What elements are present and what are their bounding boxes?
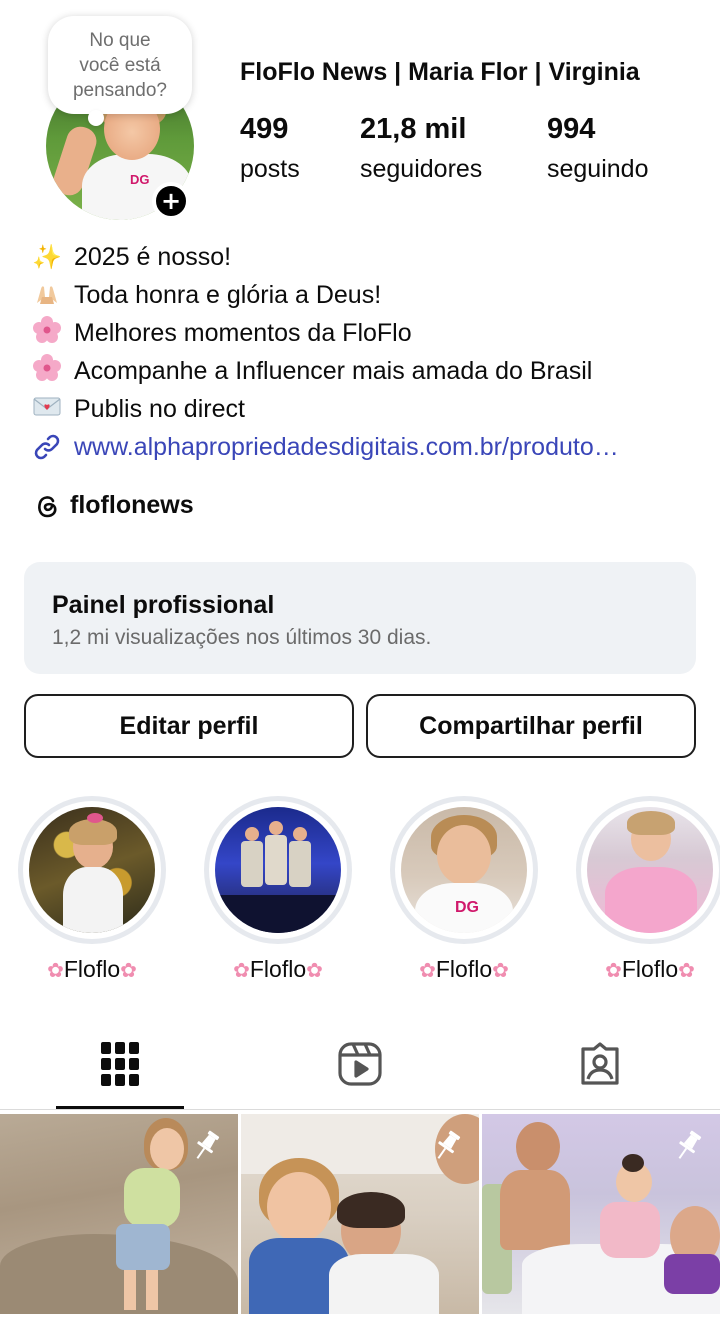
bio-text: 2025 é nosso!: [74, 242, 232, 271]
bio-line: ✨ 2025 é nosso!: [32, 238, 712, 276]
add-story-button[interactable]: +: [152, 182, 190, 220]
highlight-label: ✿Floflo✿: [419, 956, 509, 982]
reels-icon: [338, 1042, 382, 1086]
profile-name: FloFlo News | Maria Flor | Virginia: [240, 58, 640, 86]
bio-text: Acompanhe a Influencer mais amada do Bra…: [74, 356, 593, 385]
bio-line: Acompanhe a Influencer mais amada do Bra…: [32, 352, 712, 390]
highlight-label: ✿Floflo✿: [233, 956, 323, 982]
cherry-blossom-icon: [32, 315, 74, 351]
tab-tagged[interactable]: [574, 1038, 626, 1090]
tab-posts-grid[interactable]: [94, 1038, 146, 1090]
note-line: No que: [89, 30, 151, 51]
cherry-blossom-icon: [32, 353, 74, 389]
panel-subtitle: 1,2 mi visualizações nos últimos 30 dias…: [52, 626, 432, 649]
followers-label: seguidores: [360, 155, 483, 183]
threads-handle: floflonews: [70, 490, 194, 519]
active-tab-indicator: [56, 1106, 184, 1109]
bio-link[interactable]: www.alphapropriedadesdigitais.com.br/pro…: [74, 433, 694, 462]
stat-followers[interactable]: 21,8 mil seguidores: [360, 110, 482, 186]
grid-icon: [101, 1042, 139, 1086]
highlight-item[interactable]: DG ✿Floflo✿: [390, 796, 538, 983]
note-line: pensando?: [72, 80, 168, 101]
posts-label: posts: [240, 155, 300, 183]
highlight-thumbnail: [29, 807, 155, 933]
love-letter-icon: [32, 391, 74, 427]
edit-profile-button[interactable]: Editar perfil: [24, 694, 354, 758]
pinned-icon: [196, 1130, 220, 1159]
following-label: seguindo: [547, 155, 649, 183]
link-icon: [32, 432, 74, 462]
posts-grid: [0, 1114, 720, 1328]
pinned-icon: [437, 1130, 461, 1159]
highlight-thumbnail: [215, 807, 341, 933]
panel-title: Painel profissional: [52, 591, 275, 619]
threads-badge[interactable]: floflonews: [32, 490, 194, 520]
following-count: 994: [547, 113, 596, 145]
bio-text: Toda honra e glória a Deus!: [74, 280, 382, 309]
highlight-label: ✿Floflo✿: [47, 956, 137, 982]
tagged-icon: [581, 1042, 619, 1085]
professional-dashboard[interactable]: Painel profissional 1,2 mi visualizações…: [24, 562, 696, 674]
pinned-icon: [678, 1130, 702, 1159]
stat-following[interactable]: 994 seguindo: [547, 110, 648, 186]
bio-text: Melhores momentos da FloFlo: [74, 318, 412, 347]
highlight-thumbnail: [587, 807, 713, 933]
note-bubble[interactable]: No que você está pensando?: [48, 16, 192, 126]
bio: ✨ 2025 é nosso! Toda honra e glória a De…: [32, 238, 712, 466]
posts-count: 499: [240, 113, 289, 145]
highlight-label: ✿Floflo✿: [605, 956, 695, 982]
profile-tabs: [0, 1020, 720, 1110]
sparkles-icon: ✨: [32, 243, 62, 271]
bio-line: Melhores momentos da FloFlo: [32, 314, 712, 352]
stat-posts[interactable]: 499 posts: [240, 110, 300, 186]
note-line: você está: [79, 55, 161, 76]
followers-count: 21,8 mil: [360, 113, 467, 145]
post-thumbnail[interactable]: [241, 1114, 479, 1314]
tab-reels[interactable]: [334, 1038, 386, 1090]
post-thumbnail[interactable]: [482, 1114, 720, 1314]
highlight-item[interactable]: ✿Floflo✿: [18, 796, 166, 983]
bio-line: Toda honra e glória a Deus!: [32, 276, 712, 314]
highlight-item[interactable]: ✿Floflo✿: [204, 796, 352, 983]
bio-link-row[interactable]: www.alphapropriedadesdigitais.com.br/pro…: [32, 428, 712, 466]
raised-hands-icon: [32, 277, 74, 313]
share-profile-button[interactable]: Compartilhar perfil: [366, 694, 696, 758]
highlight-item[interactable]: ✿Floflo✿: [576, 796, 720, 983]
bio-line: Publis no direct: [32, 390, 712, 428]
bio-text: Publis no direct: [74, 394, 245, 423]
plus-icon: +: [160, 187, 182, 215]
highlight-thumbnail: DG: [401, 807, 527, 933]
post-thumbnail[interactable]: [0, 1114, 238, 1314]
threads-icon: [38, 496, 57, 518]
